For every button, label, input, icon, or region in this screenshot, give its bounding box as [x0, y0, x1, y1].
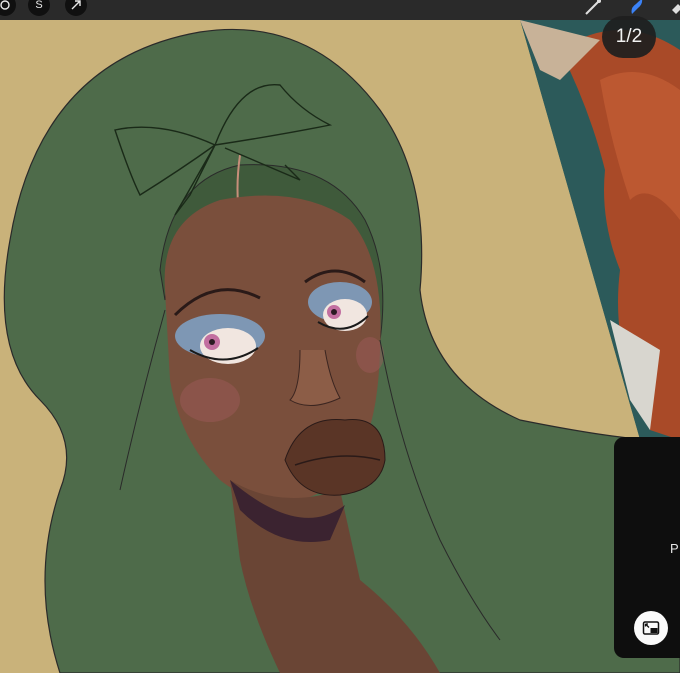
procreate-app: S 1/2 P: [0, 0, 680, 673]
picture-in-picture-icon[interactable]: [634, 611, 668, 645]
drawing-canvas[interactable]: [0, 20, 680, 673]
side-panel[interactable]: P: [614, 437, 680, 658]
actions-icon[interactable]: [0, 0, 16, 16]
eraser-icon[interactable]: [670, 0, 680, 16]
selection-s-icon[interactable]: S: [28, 0, 50, 16]
top-toolbar: S: [0, 0, 680, 20]
brush-icon[interactable]: [584, 0, 602, 16]
artwork: [0, 20, 680, 673]
page-indicator: 1/2: [602, 16, 656, 58]
transform-arrow-icon[interactable]: [65, 0, 87, 16]
selection-label: S: [35, 0, 43, 11]
side-panel-partial-text: P: [670, 541, 679, 556]
smudge-icon[interactable]: [627, 0, 645, 16]
